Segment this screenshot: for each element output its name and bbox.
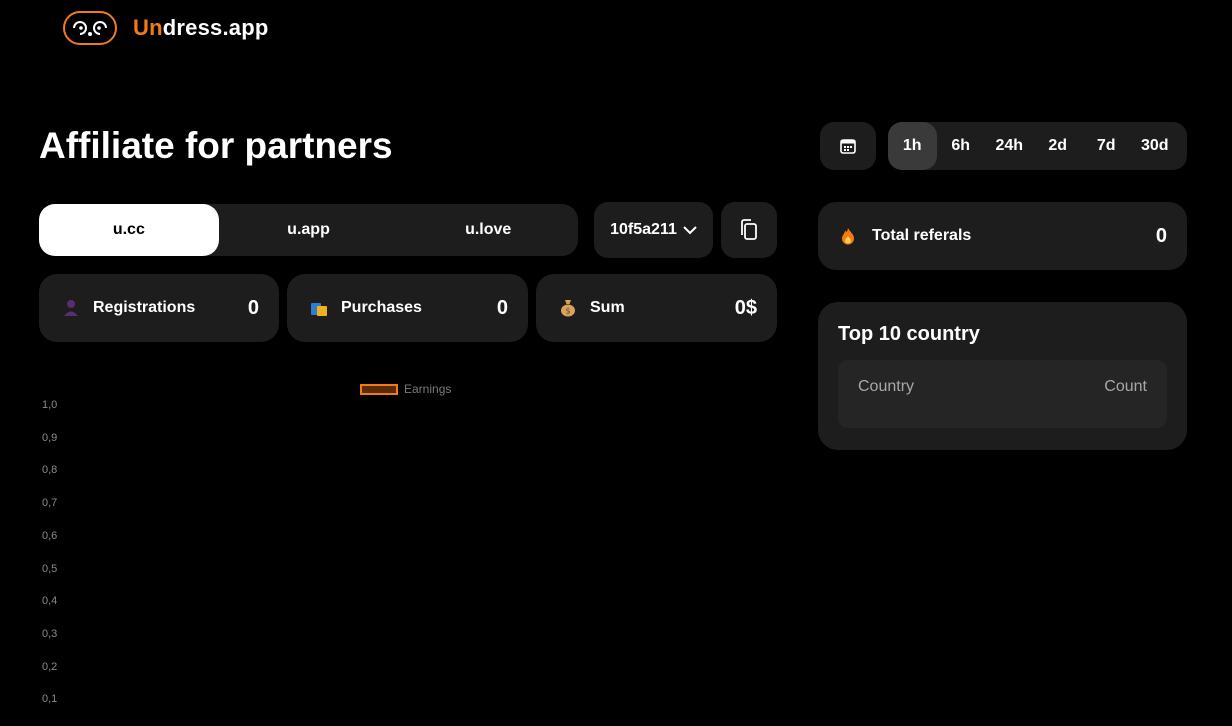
tab-domain-ucc[interactable]: u.cc <box>39 204 219 256</box>
range-24h[interactable]: 24h <box>985 122 1034 170</box>
person-icon <box>61 298 81 318</box>
total-referals-card: Total referals 0 <box>818 202 1187 270</box>
page-title: Affiliate for partners <box>39 125 393 166</box>
stat-value: 0 <box>247 296 259 319</box>
stat-sum: $ Sum 0$ <box>536 274 777 342</box>
col-count: Count <box>1104 378 1147 395</box>
y-tick-label: 0,5 <box>42 562 58 575</box>
copy-link-button[interactable] <box>721 202 777 258</box>
chevron-down-icon <box>683 226 697 235</box>
calendar-icon <box>840 139 856 154</box>
col-country: Country <box>858 378 915 395</box>
y-tick-label: 0,3 <box>42 627 58 640</box>
range-1h[interactable]: 1h <box>888 122 937 170</box>
shopping-bags-icon <box>309 298 329 318</box>
referals-value: 0 <box>1155 224 1167 247</box>
y-tick-label: 0,8 <box>42 464 58 477</box>
stat-registrations: Registrations 0 <box>39 274 279 342</box>
y-tick-label: 0,9 <box>42 431 58 444</box>
fire-icon <box>840 226 856 246</box>
y-tick-label: 0,4 <box>42 595 58 608</box>
stat-label: Registrations <box>93 299 196 316</box>
y-tick-label: 0,6 <box>42 529 58 542</box>
domain-tabs: u.cc u.app u.love <box>39 204 578 256</box>
money-bag-icon: $ <box>558 298 578 318</box>
ref-code-value: 10f5a211 <box>610 221 677 238</box>
range-7d[interactable]: 7d <box>1082 122 1131 170</box>
range-6h[interactable]: 6h <box>937 122 986 170</box>
tab-domain-ulove[interactable]: u.love <box>398 204 578 256</box>
range-2d[interactable]: 2d <box>1034 122 1083 170</box>
svg-text:$: $ <box>565 307 570 316</box>
logo-eyes-icon <box>63 11 117 45</box>
top-country-title: Top 10 country <box>838 323 980 345</box>
country-table-header: Country Count <box>838 360 1167 428</box>
brand-name: Undress.app <box>133 15 269 40</box>
copy-icon <box>741 219 757 240</box>
time-range-group: 1h 6h 24h 2d 7d 30d <box>888 122 1187 170</box>
chart-legend[interactable]: Earnings <box>360 382 451 396</box>
ref-code-select[interactable]: 10f5a211 <box>594 202 713 258</box>
stat-value: 0 <box>496 296 508 319</box>
brand-logo[interactable]: Undress.app <box>63 11 268 45</box>
legend-swatch-earnings <box>360 383 398 395</box>
stat-label: Purchases <box>341 299 422 316</box>
legend-label-earnings: Earnings <box>404 382 452 396</box>
y-tick-label: 1,0 <box>42 399 58 411</box>
top-country-card: Top 10 country Country Count <box>818 302 1187 450</box>
tab-domain-uapp[interactable]: u.app <box>219 204 399 256</box>
stat-label: Sum <box>590 299 625 316</box>
y-tick-label: 0,7 <box>42 497 58 510</box>
calendar-button[interactable] <box>820 122 876 170</box>
y-tick-label: 0,2 <box>42 660 58 673</box>
y-tick-label: 0,1 <box>42 693 58 706</box>
stat-value: 0$ <box>734 296 757 319</box>
referals-label: Total referals <box>872 227 972 244</box>
range-30d[interactable]: 30d <box>1131 122 1180 170</box>
stat-purchases: Purchases 0 <box>287 274 528 342</box>
